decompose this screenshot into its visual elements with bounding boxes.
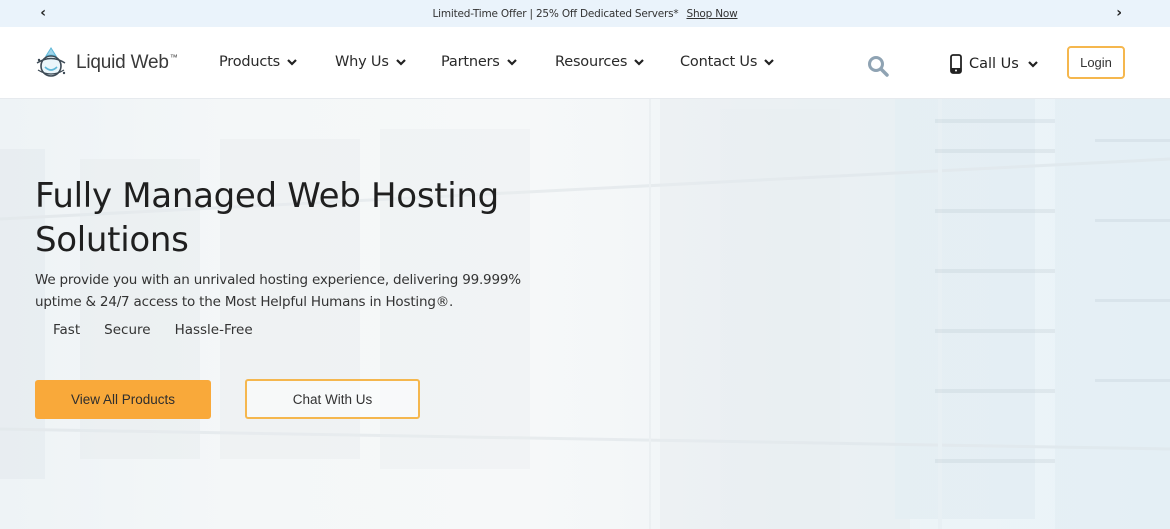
chevron-down-icon — [287, 59, 297, 66]
site-header: Liquid Web™ Products Why Us Partners Res… — [0, 27, 1170, 99]
feature-list: Fast Secure Hassle-Free — [53, 322, 253, 338]
phone-icon — [950, 54, 962, 74]
promo-text: Limited-Time Offer | 25% Off Dedicated S… — [432, 7, 679, 20]
feature-item: Secure — [104, 322, 151, 338]
hero-section: Fully Managed Web Hosting Solutions We p… — [0, 99, 1170, 529]
server-room-background — [0, 99, 1170, 529]
nav-label: Why Us — [335, 54, 389, 70]
shop-now-link[interactable]: Shop Now — [686, 8, 737, 20]
chevron-down-icon — [634, 59, 645, 66]
promo-bar: ‹ Limited-Time Offer | 25% Off Dedicated… — [0, 0, 1170, 27]
login-button[interactable]: Login — [1067, 46, 1125, 79]
chevron-down-icon — [764, 59, 774, 66]
call-us-menu[interactable]: Call Us — [950, 54, 1039, 74]
liquid-web-logo-icon — [36, 47, 66, 77]
logo[interactable]: Liquid Web™ — [34, 46, 178, 80]
nav-products[interactable]: Products — [219, 54, 298, 70]
brand-name: Liquid Web™ — [76, 52, 178, 73]
call-us-label: Call Us — [969, 56, 1019, 72]
chevron-down-icon — [1028, 61, 1038, 68]
chevron-right-icon[interactable]: › — [1110, 4, 1128, 22]
feature-item: Hassle-Free — [174, 322, 253, 338]
search-icon[interactable] — [866, 54, 890, 78]
nav-label: Partners — [441, 54, 500, 70]
nav-label: Contact Us — [680, 54, 758, 70]
nav-partners[interactable]: Partners — [441, 54, 518, 70]
feature-item: Fast — [53, 322, 81, 338]
nav-resources[interactable]: Resources — [555, 54, 645, 70]
chat-with-us-button[interactable]: Chat With Us — [245, 379, 420, 419]
chevron-left-icon[interactable]: ‹ — [34, 4, 52, 22]
nav-label: Resources — [555, 54, 628, 70]
chevron-down-icon — [395, 59, 406, 66]
hero-title: Fully Managed Web Hosting Solutions — [35, 176, 499, 260]
hero-subtitle: We provide you with an unrivaled hosting… — [35, 272, 521, 310]
nav-label: Products — [219, 54, 281, 70]
nav-why-us[interactable]: Why Us — [335, 54, 407, 70]
chevron-down-icon — [506, 59, 517, 66]
view-all-products-button[interactable]: View All Products — [35, 380, 211, 419]
nav-contact-us[interactable]: Contact Us — [680, 54, 775, 70]
